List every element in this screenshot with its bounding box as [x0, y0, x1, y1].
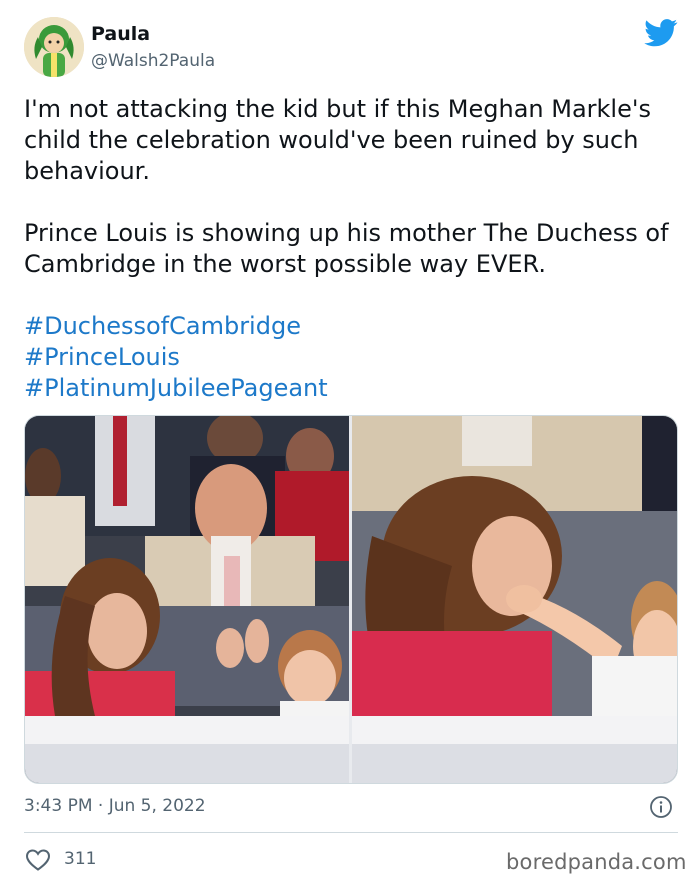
hashtag-link[interactable]: #PlatinumJubileePageant [24, 373, 684, 404]
tweet-paragraph-2: Prince Louis is showing up his mother Th… [24, 219, 669, 278]
twitter-bird-icon[interactable] [644, 19, 678, 47]
tweet-card: Paula @Walsh2Paula I'm not attacking the… [0, 0, 700, 886]
divider [24, 832, 678, 833]
author-handle[interactable]: @Walsh2Paula [91, 51, 215, 71]
author-name[interactable]: Paula [91, 23, 150, 45]
green-cartoon-avatar-icon [24, 17, 84, 77]
tweet-timestamp[interactable]: 3:43 PM · Jun 5, 2022 [24, 796, 206, 816]
like-count: 311 [64, 849, 97, 869]
boredpanda-watermark: boredpanda.com [506, 850, 687, 874]
hashtag-link[interactable]: #PrinceLouis [24, 342, 684, 373]
hashtag-link[interactable]: #DuchessofCambridge [24, 311, 684, 342]
tweet-body: I'm not attacking the kid but if this Me… [24, 94, 684, 404]
heart-icon[interactable] [25, 848, 51, 872]
author-avatar[interactable] [24, 17, 84, 77]
photo-louis-covering-mouth[interactable] [352, 416, 677, 783]
tweet-paragraph-1: I'm not attacking the kid but if this Me… [24, 95, 651, 185]
info-icon[interactable] [649, 795, 673, 819]
tweet-media [24, 415, 678, 784]
photo-duchess-and-louis[interactable] [25, 416, 349, 783]
